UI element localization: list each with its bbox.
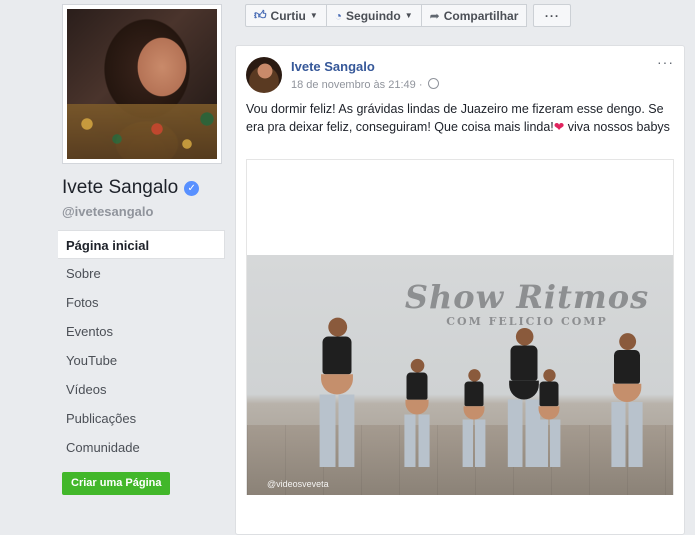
nav-item-eventos[interactable]: Eventos (58, 317, 225, 346)
video-player[interactable]: Show Ritmos COM FELICIO COMP @videosveve… (246, 159, 674, 495)
nav-item-comunidade[interactable]: Comunidade (58, 433, 225, 462)
post-text-tail: viva nossos babys (564, 120, 670, 134)
profile-photo (67, 9, 217, 159)
dancer (319, 317, 355, 467)
nav-item-fotos[interactable]: Fotos (58, 288, 225, 317)
thumbs-up-icon: 👍︎ (254, 8, 267, 22)
dancer (537, 369, 561, 467)
like-label: Curtiu (270, 8, 306, 23)
page-action-bar: 👍︎ Curtiu ▼ ◔ Seguindo ▼ ➦ Compartilhar … (245, 4, 572, 27)
page-name-text[interactable]: Ivete Sangalo (62, 177, 178, 199)
following-label: Seguindo (346, 8, 401, 23)
studio-wall-sign: Show Ritmos COM FELICIO COMP (372, 280, 673, 328)
dancer (404, 358, 430, 467)
post-timestamp[interactable]: 18 de novembro às 21:49 (291, 79, 416, 91)
chevron-down-icon: ▼ (309, 11, 318, 20)
verified-badge-icon: ✓ (184, 180, 200, 196)
post-text: Vou dormir feliz! As grávidas lindas de … (246, 100, 674, 136)
create-page-button[interactable]: Criar uma Página (62, 472, 171, 495)
sign-line-2: COM FELICIO COMP (446, 315, 608, 328)
share-label: Compartilhar (443, 8, 519, 23)
post-author[interactable]: Ivete Sangalo (291, 59, 375, 74)
like-button[interactable]: 👍︎ Curtiu ▼ (245, 4, 327, 27)
left-column: Ivete Sangalo ✓ @ivetesangalo Página ini… (0, 0, 232, 524)
page-nav: Página inicial Sobre Fotos Eventos YouTu… (58, 230, 225, 462)
sign-line-1: Show Ritmos (404, 278, 650, 316)
more-options-button[interactable]: ··· (533, 4, 572, 27)
post-card: Ivete Sangalo 18 de novembro às 21:49 · … (235, 45, 685, 535)
share-button[interactable]: ➦ Compartilhar (420, 4, 528, 27)
page-title[interactable]: Ivete Sangalo ✓ (62, 177, 200, 199)
post-meta: 18 de novembro às 21:49 · (291, 78, 439, 91)
heart-icon: ❤ (553, 120, 565, 134)
dancer (462, 369, 486, 467)
nav-item-videos[interactable]: Vídeos (58, 375, 225, 404)
nav-item-sobre[interactable]: Sobre (58, 259, 225, 288)
dancer (611, 333, 643, 467)
following-button[interactable]: ◔ Seguindo ▼ (325, 4, 422, 27)
dancer (507, 327, 541, 467)
globe-icon[interactable] (427, 78, 439, 89)
chevron-down-icon: ▼ (404, 11, 413, 20)
rss-icon: ◔ (334, 8, 343, 23)
share-arrow-icon: ➦ (429, 8, 440, 23)
page-handle[interactable]: @ivetesangalo (62, 204, 153, 219)
nav-item-pagina-inicial[interactable]: Página inicial (58, 230, 225, 259)
nav-item-publicacoes[interactable]: Publicações (58, 404, 225, 433)
author-avatar[interactable] (246, 57, 282, 93)
nav-item-youtube[interactable]: YouTube (58, 346, 225, 375)
post-options-button[interactable]: ··· (657, 54, 674, 70)
video-frame: Show Ritmos COM FELICIO COMP @videosveve… (247, 255, 673, 495)
profile-picture[interactable] (62, 4, 222, 164)
video-watermark: @videosveveta (267, 479, 329, 489)
separator: · (418, 79, 426, 91)
profile-photo-clothing (67, 104, 217, 159)
